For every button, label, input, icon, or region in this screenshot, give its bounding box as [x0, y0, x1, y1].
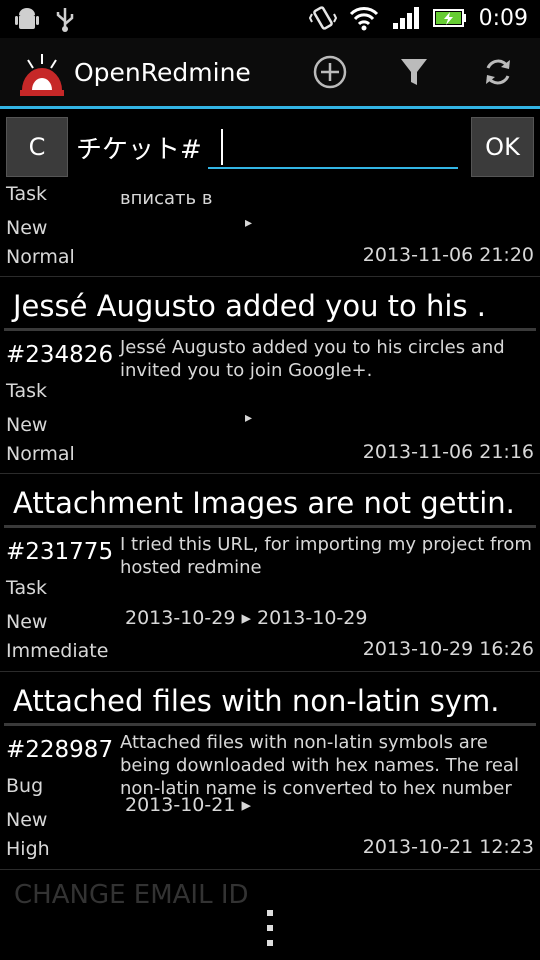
issue-id: #228987 [6, 737, 114, 763]
ok-button[interactable]: OK [471, 117, 534, 177]
issue-updated: 2013-11-06 21:20 [362, 244, 534, 266]
issue-dates: 2013-10-21 ▸ [125, 794, 251, 816]
issue-tracker: Task [6, 185, 48, 205]
filter-icon[interactable] [394, 52, 434, 92]
issue-updated: 2013-10-21 12:23 [362, 836, 534, 858]
issue-description: Attached files with non-latin symbols ar… [120, 732, 519, 799]
issue-priority: Normal [6, 246, 75, 268]
redmine-logo-icon [20, 54, 64, 96]
action-bar: OpenRedmine [0, 38, 540, 109]
issue-description: Jessé Augusto added you to his circles a… [120, 337, 505, 381]
issue-updated: 2013-10-29 16:26 [362, 638, 534, 660]
issue-list[interactable]: Task вписать в New ▸ Normal 2013-11-06 2… [0, 185, 540, 880]
issue-title: Jessé Augusto added you to his . [13, 289, 486, 323]
issue-id: #234826 [6, 342, 114, 368]
issue-priority: Immediate [6, 640, 109, 662]
title-divider [4, 525, 536, 528]
issue-title: Attachment Images are not gettin. [13, 486, 515, 520]
issue-description: I tried this URL, for importing my proje… [120, 534, 532, 578]
clear-button[interactable]: C [6, 117, 68, 177]
signal-icon [392, 7, 419, 29]
android-debug-icon [15, 8, 39, 29]
app-title: OpenRedmine [74, 58, 251, 87]
issue-item-partial[interactable]: Task вписать в New ▸ Normal 2013-11-06 2… [0, 185, 540, 277]
refresh-icon[interactable] [478, 52, 518, 92]
issue-priority: Normal [6, 443, 75, 465]
usb-icon [56, 8, 74, 32]
issue-dates: 2013-10-29 ▸ 2013-10-29 [125, 607, 368, 629]
title-divider [4, 328, 536, 331]
issue-status: New [6, 414, 48, 436]
title-divider [4, 723, 536, 726]
status-bar: 0:09 [0, 0, 540, 38]
issue-dates: ▸ [245, 215, 253, 231]
issue-status: New [6, 611, 48, 633]
bottom-bar: CHANGE EMAIL ID [0, 880, 540, 960]
issue-dates: ▸ [245, 410, 253, 426]
clock: 0:09 [478, 5, 528, 31]
text-caret [221, 129, 223, 165]
issue-status: New [6, 217, 48, 239]
issue-priority: High [6, 838, 50, 860]
issue-tracker: Task [6, 380, 48, 402]
issue-title: Attached files with non-latin sym. [13, 684, 500, 718]
issue-tracker: Task [6, 577, 48, 599]
issue-tracker: Bug [6, 775, 44, 797]
issue-item[interactable]: Attachment Images are not gettin. #23177… [0, 474, 540, 672]
issue-id: #231775 [6, 539, 114, 565]
issue-item[interactable]: Jessé Augusto added you to his . #234826… [0, 277, 540, 474]
issue-item[interactable]: Attached files with non-latin sym. #2289… [0, 672, 540, 870]
issue-status: New [6, 809, 48, 831]
issue-title-partial: CHANGE EMAIL ID [14, 880, 249, 910]
ticket-search-bar: C チケット# OK [0, 109, 540, 185]
ticket-number-label: チケット# [76, 135, 202, 165]
issue-updated: 2013-11-06 21:16 [362, 441, 534, 463]
add-icon[interactable] [310, 52, 350, 92]
overflow-menu-icon[interactable] [262, 908, 278, 948]
issue-description: вписать в [120, 188, 213, 209]
battery-charging-icon [432, 9, 466, 27]
ticket-number-input[interactable] [208, 123, 458, 169]
wifi-icon [349, 7, 378, 31]
vibrate-icon [308, 6, 337, 30]
